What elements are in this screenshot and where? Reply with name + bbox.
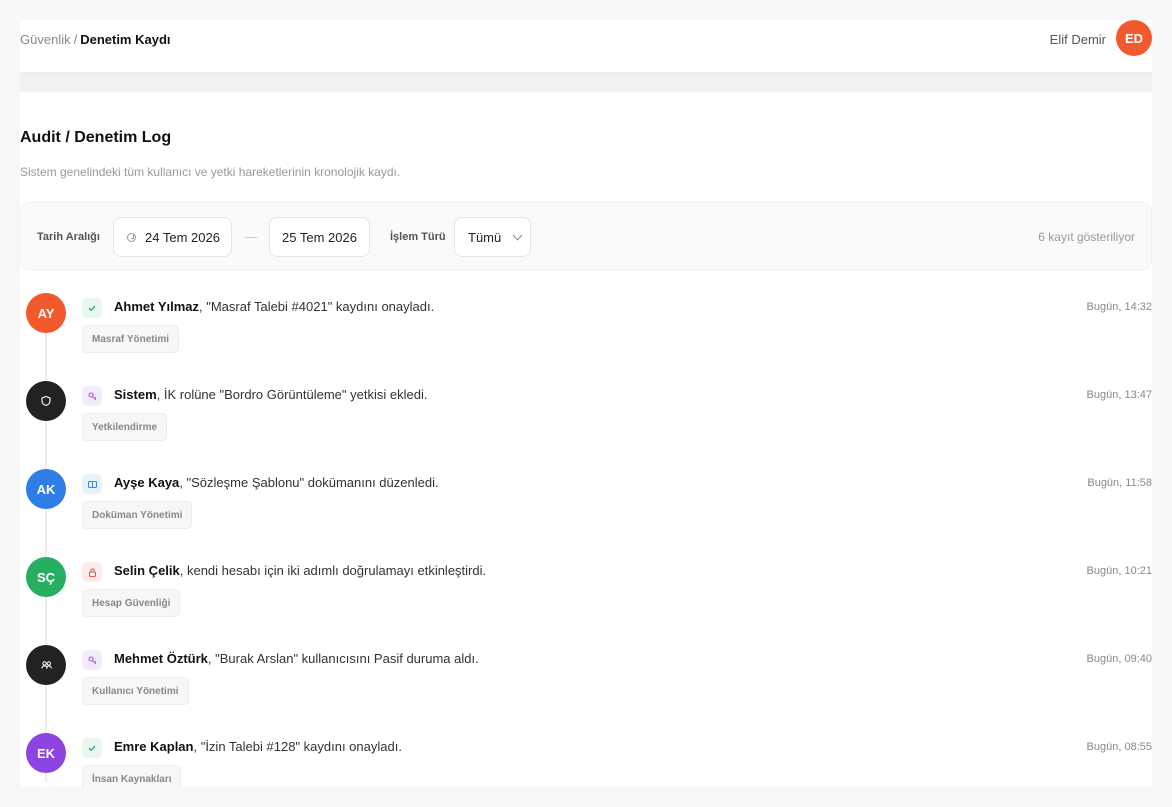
actor-avatar[interactable]: AY <box>26 293 66 333</box>
entry-time: Bugün, 11:58 <box>1087 477 1152 489</box>
date-to-value: 25 Tem 2026 <box>282 229 357 245</box>
breadcrumb-separator: / <box>73 32 78 47</box>
category-tag: Masraf Yönetimi <box>82 325 180 353</box>
document-icon <box>82 474 102 494</box>
lock-icon <box>82 562 102 582</box>
user-name[interactable]: Elif Demir <box>1050 32 1106 48</box>
entry-time: Bugün, 10:21 <box>1086 565 1152 577</box>
entry-message: Emre Kaplan, "İzin Talebi #128" kaydını … <box>114 739 402 755</box>
actor-avatar[interactable]: SÇ <box>26 557 66 597</box>
category-tag: İnsan Kaynakları <box>82 765 182 787</box>
entry-time: Bugün, 09:40 <box>1086 653 1152 665</box>
action-type-label: İşlem Türü <box>390 231 446 243</box>
page-subtitle: Sistem genelindeki tüm kullanıcı ve yetk… <box>20 165 401 179</box>
actor-avatar[interactable] <box>26 645 66 685</box>
entry-action: , "Sözleşme Şablonu" dokümanını düzenled… <box>179 475 439 490</box>
actor-name[interactable]: Sistem <box>114 387 157 402</box>
entry-time: Bugün, 13:47 <box>1086 389 1152 401</box>
entry-action: , "İzin Talebi #128" kaydını onayladı. <box>193 739 402 754</box>
timeline-entry: AY Ahmet Yılmaz, "Masraf Talebi #4021" k… <box>20 293 1152 381</box>
page-title: Audit / Denetim Log <box>20 129 172 146</box>
action-type-value: Tümü <box>468 229 502 245</box>
top-bar: Güvenlik / Denetim Kaydı Elif Demir ED <box>20 20 1152 72</box>
record-count: 6 kayıt gösteriliyor <box>1038 230 1135 244</box>
actor-name[interactable]: Mehmet Öztürk <box>114 651 208 666</box>
actor-name[interactable]: Ayşe Kaya <box>114 475 179 490</box>
breadcrumb-current: Denetim Kaydı <box>80 32 171 47</box>
actor-avatar[interactable]: EK <box>26 733 66 773</box>
entry-time: Bugün, 08:55 <box>1086 741 1152 753</box>
shield-icon <box>41 395 51 407</box>
timeline-entry: SÇ Selin Çelik, kendi hesabı için iki ad… <box>20 557 1152 645</box>
actor-name[interactable]: Ahmet Yılmaz <box>114 299 199 314</box>
key-icon <box>82 650 102 670</box>
category-tag: Doküman Yönetimi <box>82 501 193 529</box>
users-icon <box>40 661 52 669</box>
entry-action: , "Masraf Talebi #4021" kaydını onayladı… <box>199 299 435 314</box>
entry-message: Sistem, İK rolüne "Bordro Görüntüleme" y… <box>114 387 427 403</box>
date-from-value: 24 Tem 2026 <box>145 229 220 245</box>
key-icon <box>82 386 102 406</box>
category-tag: Kullanıcı Yönetimi <box>82 677 189 705</box>
check-icon <box>82 738 102 758</box>
check-icon <box>82 298 102 318</box>
category-tag: Yetkilendirme <box>82 413 168 441</box>
entry-message: Selin Çelik, kendi hesabı için iki adıml… <box>114 563 486 579</box>
entry-action: , "Burak Arslan" kullanıcısını Pasif dur… <box>207 651 479 666</box>
entry-action: , kendi hesabı için iki adımlı doğrulama… <box>179 563 487 578</box>
app-frame: Güvenlik / Denetim Kaydı Elif Demir ED Aud… <box>20 20 1152 787</box>
header-divider <box>20 72 1152 92</box>
category-tag: Hesap Güvenliği <box>82 589 181 617</box>
entry-time: Bugün, 14:32 <box>1086 301 1152 313</box>
entry-action: , İK rolüne "Bordro Görüntüleme" yetkisi… <box>156 387 428 402</box>
entry-message: Mehmet Öztürk, "Burak Arslan" kullanıcıs… <box>114 651 479 667</box>
date-range-label: Tarih Aralığı <box>37 231 100 243</box>
actor-avatar[interactable] <box>26 381 66 421</box>
filter-bar: Tarih Aralığı 24 Tem 2026 25 Tem 2026 İş… <box>20 202 1152 270</box>
chevron-down-icon <box>512 230 523 240</box>
entry-message: Ahmet Yılmaz, "Masraf Talebi #4021" kayd… <box>114 299 434 315</box>
action-type-select[interactable]: Tümü <box>454 217 531 257</box>
timeline-entry: AK Ayşe Kaya, "Sözleşme Şablonu" doküman… <box>20 469 1152 557</box>
entry-message: Ayşe Kaya, "Sözleşme Şablonu" dokümanını… <box>114 475 439 491</box>
date-range-dash <box>245 237 257 238</box>
breadcrumb-parent[interactable]: Güvenlik <box>20 32 71 47</box>
user-avatar[interactable]: ED <box>1116 20 1152 56</box>
actor-name[interactable]: Selin Çelik <box>114 563 180 578</box>
breadcrumb: Güvenlik / Denetim Kaydı <box>20 32 171 48</box>
actor-name[interactable]: Emre Kaplan <box>114 739 193 754</box>
timeline-entry: Sistem, İK rolüne "Bordro Görüntüleme" y… <box>20 381 1152 469</box>
date-to-input[interactable]: 25 Tem 2026 <box>269 217 370 257</box>
date-from-input[interactable]: 24 Tem 2026 <box>113 217 232 257</box>
timeline-entry: Mehmet Öztürk, "Burak Arslan" kullanıcıs… <box>20 645 1152 733</box>
timeline-entry: EK Emre Kaplan, "İzin Talebi #128" kaydı… <box>20 733 1152 787</box>
clock-icon <box>127 232 136 242</box>
actor-avatar[interactable]: AK <box>26 469 66 509</box>
